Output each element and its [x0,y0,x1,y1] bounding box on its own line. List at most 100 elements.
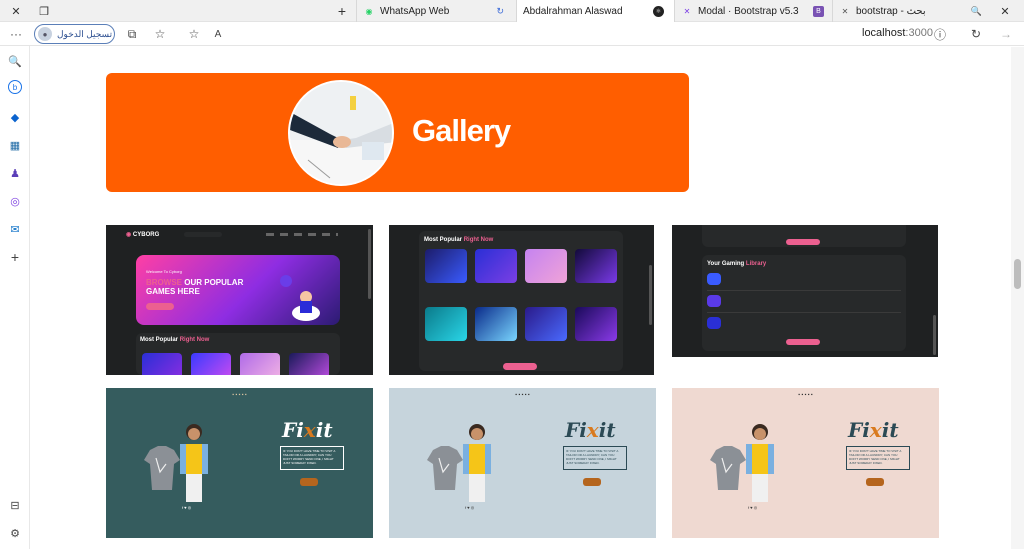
gallery-item-cyborg-home[interactable]: ◉ CYBORG Welcome To Cyborg BROWSE OUR PO… [106,225,373,375]
fixit-button [866,478,884,486]
scrollbar [649,265,652,325]
social-icons: f ♥ ◎ [182,505,192,510]
gallery-item-fixit-blue[interactable]: ▪ ▪ ▪ ▪ ▪ Fixit IF YOU DON'T HAVE TIME T… [389,388,656,538]
react-icon: ⚛ [653,5,664,17]
workspaces-icon[interactable]: ❐ [30,0,58,22]
read-aloud-icon[interactable]: A [208,24,228,44]
browse-button [146,303,174,310]
game-row-1 [425,249,617,283]
gaming-library-panel: Your Gaming Library [702,255,906,351]
close-icon: ✕ [683,6,691,16]
page-scrollbar[interactable] [1011,47,1024,549]
window-close-icon[interactable]: ✕ [992,0,1018,22]
info-icon[interactable]: ⓘ [930,24,950,44]
tab-bing-search[interactable]: ✕ bootstrap - بحث 🔍 [832,0,990,22]
person-illustration [457,420,497,504]
add-favorite-icon[interactable]: ☆ [184,24,204,44]
fixit-nav: ▪ ▪ ▪ ▪ ▪ [798,392,813,398]
library-row [707,295,901,313]
nav-links [266,233,338,236]
sign-in-label: تسجيل الدخول [57,28,113,39]
fixit-button [300,478,318,486]
most-popular-panel: Most Popular Right Now [419,231,623,371]
edge-sidebar: 🔍 b ◆ ▦ ♟ ◎ ✉ + ⊟ ⚙ [0,46,30,549]
fixit-logo: Fixit [565,418,616,442]
tab-label: WhatsApp Web [380,5,450,17]
games-icon[interactable]: ♟ [6,164,24,182]
person-illustration [740,420,780,504]
tab-label: Abdalrahman Alaswad [523,5,623,17]
tab-portfolio[interactable]: Abdalrahman Alaswad ⚛ [516,0,674,22]
loading-icon: ↻ [496,5,504,16]
fixit-nav: ▪ ▪ ▪ ▪ ▪ [515,392,530,398]
fixit-button [583,478,601,486]
gallery-item-fixit-teal[interactable]: ▪ ▪ ▪ ▪ ▪ Fixit IF YOU DON'T HAVE TIME T… [106,388,373,538]
whatsapp-icon: ◉ [365,6,373,16]
address-host: localhost [862,27,906,39]
tab-bar: ✕ ❐ + ◉ WhatsApp Web ↻ Abdalrahman Alasw… [0,0,1024,22]
gallery-hero: Gallery [106,73,689,192]
scrollbar [368,229,371,299]
fixit-nav: ▪ ▪ ▪ ▪ ▪ [232,392,247,398]
most-popular-section: Most Popular Right Now [136,333,340,375]
gallery-item-cyborg-popular[interactable]: Most Popular Right Now [389,225,654,375]
section-heading: Most Popular Right Now [424,237,494,243]
scrollbar-thumb[interactable] [1014,259,1021,289]
address-bar[interactable]: localhost:3000 [862,27,933,39]
cyborg-logo: ◉ CYBORG [126,232,160,238]
new-tab-button[interactable]: + [328,0,356,22]
sidebar-toggle-icon[interactable]: ⊟ [6,496,24,514]
favorites-icon[interactable]: ☆ [150,24,170,44]
cyborg-banner: Welcome To Cyborg BROWSE OUR POPULAR GAME… [136,255,340,325]
refresh-icon[interactable]: ↻ [966,24,986,44]
social-icons: f ♥ ◎ [465,505,475,510]
tag-icon[interactable]: ◆ [6,108,24,126]
tab-label: Modal · Bootstrap v5.3 [698,5,799,17]
more-icon[interactable]: ··· [6,24,26,44]
gallery-item-cyborg-library[interactable]: Your Gaming Library [672,225,938,357]
fixit-quote: IF YOU DON'T HAVE TIME TO VISIT A TAILOR… [846,446,910,470]
add-icon[interactable]: + [6,248,24,266]
discover-button [503,363,537,370]
cyborg-nav: ◉ CYBORG [106,225,373,243]
view-library-button [786,339,820,345]
library-row [707,273,901,291]
scrollbar [933,315,936,355]
hero-image [288,80,394,186]
forward-icon[interactable]: → [996,24,1016,44]
fixit-quote: IF YOU DON'T HAVE TIME TO VISIT A TAILOR… [563,446,627,470]
close-icon: ✕ [841,6,849,16]
bootstrap-icon: B [813,5,824,17]
banner-headline: BROWSE OUR POPULAR GAMES HERE [146,278,244,296]
gallery-title: Gallery [412,113,511,148]
address-port: :3000 [905,27,933,39]
outlook-icon[interactable]: ✉ [6,220,24,238]
welcome-text: Welcome To Cyborg [146,269,182,274]
tab-label: bootstrap - بحث [856,5,926,17]
section-heading: Most Popular Right Now [140,337,210,343]
section-heading: Your Gaming Library [707,261,767,267]
social-icons: f ♥ ◎ [748,505,758,510]
top-panel [702,225,906,247]
avatar: ● [38,27,52,41]
search-input [184,232,222,237]
search-icon[interactable]: 🔍 [6,52,24,70]
library-row [707,317,901,335]
toolbar: ··· ● تسجيل الدخول ⧉ ☆ ☆ A localhost:300… [0,22,1024,46]
search-icon: 🔍 [970,5,982,16]
collections-icon[interactable]: ⧉ [122,24,142,44]
fixit-logo: Fixit [282,418,333,442]
gallery-item-fixit-pink[interactable]: ▪ ▪ ▪ ▪ ▪ Fixit IF YOU DON'T HAVE TIME T… [672,388,939,538]
settings-icon[interactable]: ⚙ [6,524,24,542]
fixit-quote: IF YOU DON'T HAVE TIME TO VISIT A TAILOR… [280,446,344,470]
game-row-2 [425,307,617,341]
close-window-icon[interactable]: ✕ [2,0,30,22]
tools-icon[interactable]: ▦ [6,136,24,154]
game-thumbnails [142,353,329,375]
sign-in-button[interactable]: ● تسجيل الدخول [34,24,115,44]
office-icon[interactable]: ◎ [6,192,24,210]
person-illustration [174,420,214,504]
tab-bootstrap-modal[interactable]: ✕ Modal · Bootstrap v5.3 B [674,0,832,22]
bing-icon[interactable]: b [8,80,22,94]
tab-whatsapp[interactable]: ◉ WhatsApp Web ↻ [356,0,516,22]
